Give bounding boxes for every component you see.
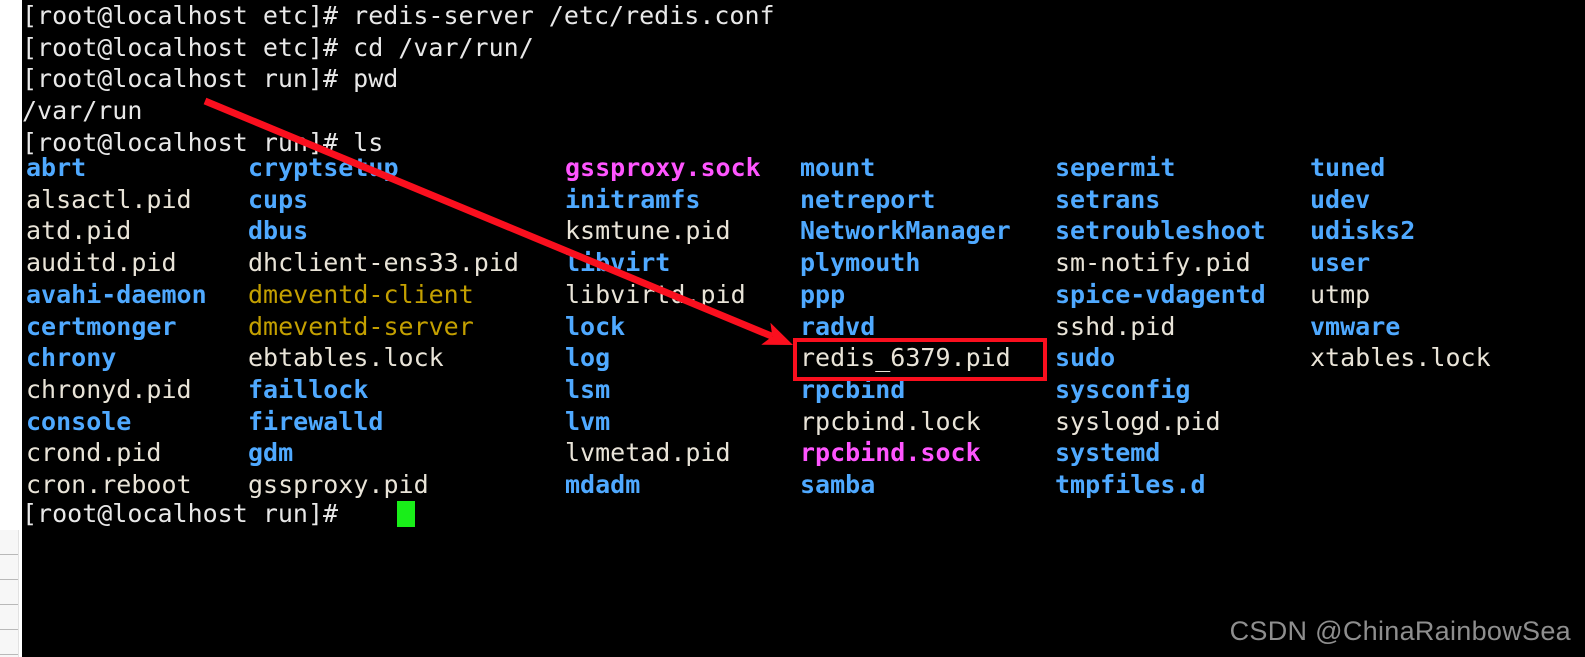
shell-command: redis-server /etc/redis.conf <box>353 1 775 30</box>
ls-entry[interactable]: xtables.lock <box>1310 342 1491 374</box>
ls-entry[interactable]: mount <box>800 152 875 184</box>
ls-entry[interactable]: tmpfiles.d <box>1055 469 1206 501</box>
shell-prompt: [root@localhost etc]# <box>22 1 354 30</box>
ls-entry[interactable]: log <box>565 342 610 374</box>
terminal-line-4: /var/run <box>22 95 142 127</box>
ls-entry[interactable]: faillock <box>248 374 368 406</box>
ls-entry[interactable]: spice-vdagentd <box>1055 279 1266 311</box>
gutter-row <box>0 555 18 580</box>
ls-entry[interactable]: dbus <box>248 215 308 247</box>
command-output-pwd: /var/run <box>22 96 143 126</box>
ls-entry[interactable]: NetworkManager <box>800 215 1011 247</box>
ls-entry[interactable]: cron.reboot <box>26 469 192 501</box>
gutter-row <box>0 630 18 655</box>
ls-entry[interactable]: ppp <box>800 279 845 311</box>
ls-entry[interactable]: ksmtune.pid <box>565 215 731 247</box>
ls-entry[interactable]: crond.pid <box>26 437 161 469</box>
ls-entry[interactable]: certmonger <box>26 311 177 343</box>
ls-entry[interactable]: sepermit <box>1055 152 1175 184</box>
ls-entry[interactable]: sshd.pid <box>1055 311 1175 343</box>
ls-entry[interactable]: rpcbind.sock <box>800 437 981 469</box>
ls-entry[interactable]: sm-notify.pid <box>1055 247 1251 279</box>
ls-entry[interactable]: libvirt <box>565 247 670 279</box>
ls-entry[interactable]: samba <box>800 469 875 501</box>
ls-entry[interactable]: dmeventd-client <box>248 279 474 311</box>
ls-entry[interactable]: dmeventd-server <box>248 311 474 343</box>
ls-entry[interactable]: sudo <box>1055 342 1115 374</box>
ls-entry[interactable]: udev <box>1310 184 1370 216</box>
shell-prompt: [root@localhost etc]# <box>22 32 354 62</box>
ls-entry[interactable]: systemd <box>1055 437 1160 469</box>
ls-entry[interactable]: mdadm <box>565 469 640 501</box>
shell-prompt: [root@localhost run]# <box>22 64 354 94</box>
ls-entry[interactable]: sysconfig <box>1055 374 1190 406</box>
ls-entry[interactable]: user <box>1310 247 1370 279</box>
shell-prompt: [root@localhost run]# <box>22 499 354 528</box>
shell-command: pwd <box>353 64 399 94</box>
ls-entry[interactable]: firewalld <box>248 406 383 438</box>
terminal-line-3: [root@localhost run]# pwd <box>22 63 398 95</box>
ls-entry[interactable]: gdm <box>248 437 293 469</box>
ls-entry[interactable]: auditd.pid <box>26 247 177 279</box>
terminal-line-2: [root@localhost etc]# cd /var/run/ <box>22 32 534 64</box>
ls-entry[interactable]: avahi-daemon <box>26 279 207 311</box>
terminal-window[interactable]: [root@localhost etc]# redis-server /etc/… <box>0 0 1585 657</box>
gutter-row <box>0 605 18 630</box>
terminal-line-final-prompt: [root@localhost run]# <box>22 498 353 530</box>
gutter-row <box>0 580 18 605</box>
ls-entry[interactable]: gssproxy.pid <box>248 469 429 501</box>
ls-entry[interactable]: cups <box>248 184 308 216</box>
terminal-line-1: [root@localhost etc]# redis-server /etc/… <box>22 0 775 32</box>
ls-entry[interactable]: lvm <box>565 406 610 438</box>
ls-entry[interactable]: lock <box>565 311 625 343</box>
shell-command: cd /var/run/ <box>353 32 534 62</box>
ls-entry[interactable]: initramfs <box>565 184 700 216</box>
ls-entry[interactable]: abrt <box>26 152 86 184</box>
ls-entry[interactable]: syslogd.pid <box>1055 406 1221 438</box>
ls-entry[interactable]: lsm <box>565 374 610 406</box>
ls-entry[interactable]: console <box>26 406 131 438</box>
terminal-output[interactable]: [root@localhost etc]# redis-server /etc/… <box>22 0 1585 657</box>
ls-entry[interactable]: chrony <box>26 342 116 374</box>
ls-entry[interactable]: rpcbind.lock <box>800 406 981 438</box>
ls-entry[interactable]: alsactl.pid <box>26 184 192 216</box>
ls-entry[interactable]: cryptsetup <box>248 152 399 184</box>
ls-entry[interactable]: dhclient-ens33.pid <box>248 247 519 279</box>
ls-entry[interactable]: atd.pid <box>26 215 131 247</box>
gutter-row <box>0 530 18 555</box>
gutter-row-group <box>0 530 19 657</box>
ls-entry[interactable]: udisks2 <box>1310 215 1415 247</box>
ls-entry[interactable]: libvirtd.pid <box>565 279 746 311</box>
ls-entry[interactable]: setroubleshoot <box>1055 215 1266 247</box>
ls-entry[interactable]: netreport <box>800 184 935 216</box>
highlight-box-redis-pid <box>793 338 1047 381</box>
ls-entry[interactable]: lvmetad.pid <box>565 437 731 469</box>
ls-entry[interactable]: chronyd.pid <box>26 374 192 406</box>
ls-entry[interactable]: plymouth <box>800 247 920 279</box>
text-cursor <box>396 501 415 527</box>
ls-entry[interactable]: gssproxy.sock <box>565 152 761 184</box>
ls-entry[interactable]: vmware <box>1310 311 1400 343</box>
ls-entry[interactable]: setrans <box>1055 184 1160 216</box>
ls-entry[interactable]: utmp <box>1310 279 1370 311</box>
ls-entry[interactable]: tuned <box>1310 152 1385 184</box>
csdn-watermark: CSDN @ChinaRainbowSea <box>1229 616 1571 646</box>
ls-entry[interactable]: ebtables.lock <box>248 342 444 374</box>
left-gutter-strip <box>0 0 22 657</box>
